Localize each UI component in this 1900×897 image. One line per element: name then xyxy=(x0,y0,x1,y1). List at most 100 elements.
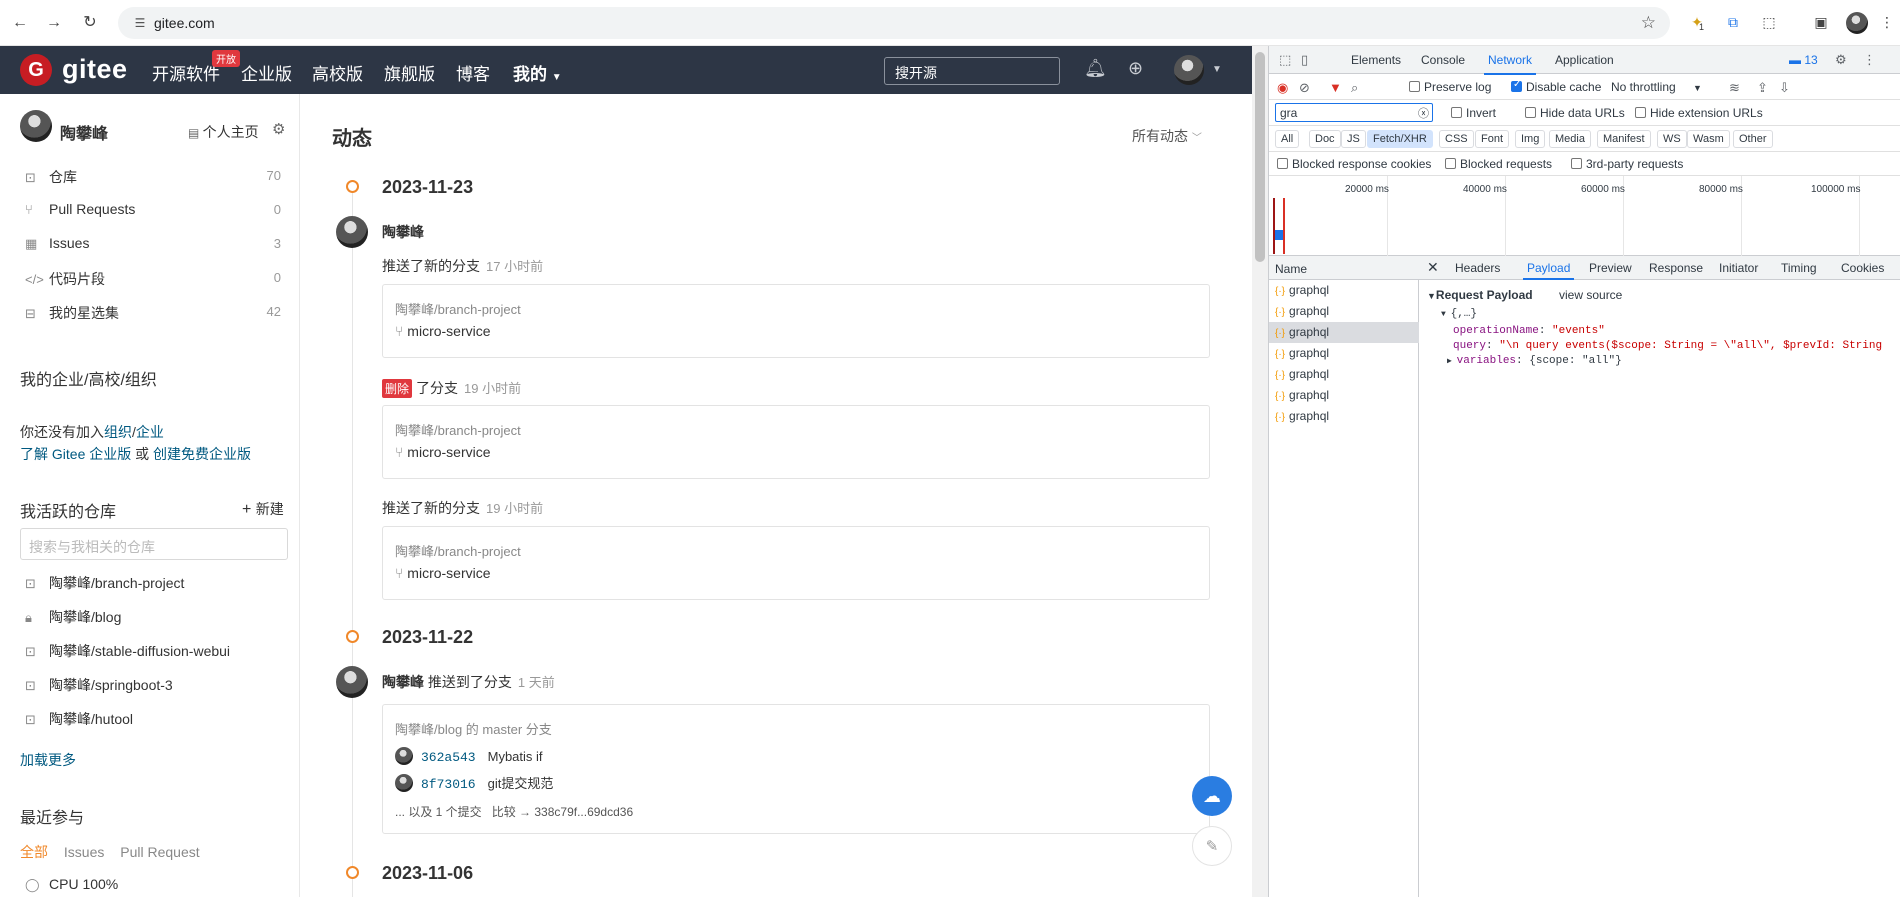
site-info-icon[interactable]: ☰ xyxy=(132,15,148,31)
clear-filter-icon[interactable]: ⓧ xyxy=(1418,105,1429,121)
record-stop-icon[interactable]: ◉ xyxy=(1277,80,1288,96)
card-repo-link[interactable]: 陶攀峰/branch-project xyxy=(395,541,521,560)
nav-enterprise[interactable]: 企业版 xyxy=(241,60,292,85)
tab-network[interactable]: Network xyxy=(1483,53,1537,75)
gitee-logo[interactable]: gitee xyxy=(62,54,128,85)
translate-icon[interactable]: ⧉ xyxy=(1722,11,1744,33)
gitee-search-input[interactable]: 搜开源 xyxy=(884,57,1060,85)
filter-funnel-icon[interactable]: ▼ xyxy=(1329,80,1342,95)
sidebar-avatar[interactable] xyxy=(20,110,52,142)
nav-education[interactable]: 高校版 xyxy=(312,60,363,85)
card-repo-link[interactable]: 陶攀峰/blog 的 master 分支 xyxy=(395,719,552,738)
gear-icon[interactable]: ⚙ xyxy=(272,120,285,138)
type-ws[interactable]: WS xyxy=(1657,130,1687,148)
request-row[interactable]: {·} graphql xyxy=(1269,364,1419,385)
tab-timing[interactable]: Timing xyxy=(1781,261,1817,275)
plus-circle-icon[interactable]: ⊕ xyxy=(1128,58,1143,79)
assistant-float-icon[interactable]: ☁ xyxy=(1192,776,1232,816)
nav-flagship[interactable]: 旗舰版 xyxy=(384,60,435,85)
blocked-requests-checkbox[interactable]: Blocked requests xyxy=(1445,157,1552,171)
event-avatar[interactable] xyxy=(336,666,368,698)
close-detail-icon[interactable]: ✕ xyxy=(1427,259,1439,276)
feedback-float-icon[interactable]: ✎ xyxy=(1192,826,1232,866)
page-scrollbar-thumb[interactable] xyxy=(1255,52,1265,262)
enterprise-link[interactable]: 企业 xyxy=(136,424,164,440)
url-text[interactable]: gitee.com xyxy=(154,15,215,31)
tab-elements[interactable]: Elements xyxy=(1351,53,1401,67)
back-icon[interactable]: ← xyxy=(8,11,32,35)
compare-link[interactable]: 比较 → 338c79f...69dcd36 xyxy=(492,805,633,819)
load-more-link[interactable]: 加载更多 xyxy=(20,750,76,770)
request-row[interactable]: {·} graphql xyxy=(1269,280,1419,301)
extension-icon[interactable]: ✦ xyxy=(1686,11,1708,33)
repo-item[interactable]: ⊡ 陶攀峰/springboot-3 xyxy=(25,675,281,697)
sidebar-item-stars[interactable]: ⊟ 我的星选集 42 xyxy=(25,303,281,325)
type-img[interactable]: Img xyxy=(1515,130,1546,148)
hide-data-urls-checkbox[interactable]: Hide data URLs xyxy=(1525,106,1625,120)
type-media[interactable]: Media xyxy=(1549,130,1591,148)
tab-headers[interactable]: Headers xyxy=(1455,261,1500,275)
user-avatar[interactable] xyxy=(1174,55,1204,85)
network-overview-timeline[interactable]: 20000 ms 40000 ms 60000 ms 80000 ms 1000… xyxy=(1269,176,1900,256)
new-repo-button[interactable]: + 新建 xyxy=(242,499,284,519)
commit-sha[interactable]: 362a543 xyxy=(421,750,476,765)
repo-item[interactable]: ⊡ 陶攀峰/hutool xyxy=(25,709,281,731)
settings-gear-icon[interactable]: ⚙ xyxy=(1835,52,1847,68)
sidebar-item-snippets[interactable]: </> 代码片段 0 xyxy=(25,269,281,291)
third-party-checkbox[interactable]: 3rd-party requests xyxy=(1571,157,1683,171)
event-avatar[interactable] xyxy=(336,216,368,248)
type-js[interactable]: JS xyxy=(1341,130,1366,148)
throttling-select[interactable]: No throttling ▼ xyxy=(1611,80,1702,94)
learn-enterprise-link[interactable]: 了解 Gitee 企业版 xyxy=(20,446,131,462)
type-doc[interactable]: Doc xyxy=(1309,130,1341,148)
personal-home-link[interactable]: ▤ 个人主页 xyxy=(188,122,259,142)
nav-mine[interactable]: 我的 ▼ xyxy=(513,60,562,85)
inspect-element-icon[interactable]: ⬚ xyxy=(1279,52,1291,68)
type-fetch-xhr[interactable]: Fetch/XHR xyxy=(1367,130,1433,148)
recent-item[interactable]: ◯ CPU 100% xyxy=(25,876,281,897)
network-filter-input[interactable]: gra ⓧ xyxy=(1275,103,1433,122)
commit-sha[interactable]: 8f73016 xyxy=(421,777,476,792)
sidebar-item-issues[interactable]: ▦ Issues 3 xyxy=(25,235,281,257)
payload-section-header[interactable]: ▼Request Payload xyxy=(1427,288,1533,302)
type-other[interactable]: Other xyxy=(1733,130,1773,148)
tab-all[interactable]: 全部 xyxy=(20,844,48,860)
network-conditions-icon[interactable]: ≋ xyxy=(1729,80,1740,96)
sidebar-user-name[interactable]: 陶攀峰 xyxy=(60,120,108,144)
import-har-icon[interactable]: ⇪ xyxy=(1757,80,1768,96)
profile-avatar[interactable] xyxy=(1846,12,1868,34)
type-all[interactable]: All xyxy=(1275,130,1300,148)
card-repo-link[interactable]: 陶攀峰/branch-project xyxy=(395,420,521,439)
event-user[interactable]: 陶攀峰 xyxy=(382,222,424,242)
request-row-selected[interactable]: {·} graphql xyxy=(1269,322,1419,343)
nav-open-source[interactable]: 开源软件 xyxy=(152,60,220,85)
payload-variables[interactable]: ▶ variables: {scope: "all"} xyxy=(1447,355,1622,367)
view-source-link[interactable]: view source xyxy=(1559,288,1622,302)
name-column-header[interactable]: Name xyxy=(1275,262,1307,276)
side-panel-icon[interactable]: ▣ xyxy=(1810,11,1832,33)
create-enterprise-link[interactable]: 创建免费企业版 xyxy=(153,446,251,462)
extensions-puzzle-icon[interactable]: ⬚ xyxy=(1758,11,1780,33)
tab-console[interactable]: Console xyxy=(1421,53,1465,67)
card-branch[interactable]: ⑂ micro-service xyxy=(395,565,491,581)
org-link[interactable]: 组织 xyxy=(104,424,132,440)
hide-extension-urls-checkbox[interactable]: Hide extension URLs xyxy=(1635,106,1763,120)
clear-icon[interactable]: ⊘ xyxy=(1299,80,1310,96)
invert-checkbox[interactable]: Invert xyxy=(1451,106,1496,120)
tab-issues[interactable]: Issues xyxy=(64,844,104,860)
bell-icon[interactable]: 🔔︎ xyxy=(1084,58,1107,79)
gitee-logo-icon[interactable]: G xyxy=(20,54,52,86)
tab-cookies[interactable]: Cookies xyxy=(1841,261,1884,275)
request-row[interactable]: {·} graphql xyxy=(1269,301,1419,322)
repo-item[interactable]: 🔒︎ 陶攀峰/blog xyxy=(25,607,281,629)
request-row[interactable]: {·} graphql xyxy=(1269,385,1419,406)
card-repo-link[interactable]: 陶攀峰/branch-project xyxy=(395,299,521,318)
forward-icon[interactable]: → xyxy=(42,11,66,35)
bookmark-star-icon[interactable]: ☆ xyxy=(1641,13,1656,33)
tab-application[interactable]: Application xyxy=(1555,53,1614,67)
type-font[interactable]: Font xyxy=(1475,130,1510,148)
reload-icon[interactable]: ↻ xyxy=(78,11,102,35)
tab-pull-request[interactable]: Pull Request xyxy=(120,844,199,860)
request-row[interactable]: {·} graphql xyxy=(1269,406,1419,427)
export-har-icon[interactable]: ⇩ xyxy=(1779,80,1790,96)
